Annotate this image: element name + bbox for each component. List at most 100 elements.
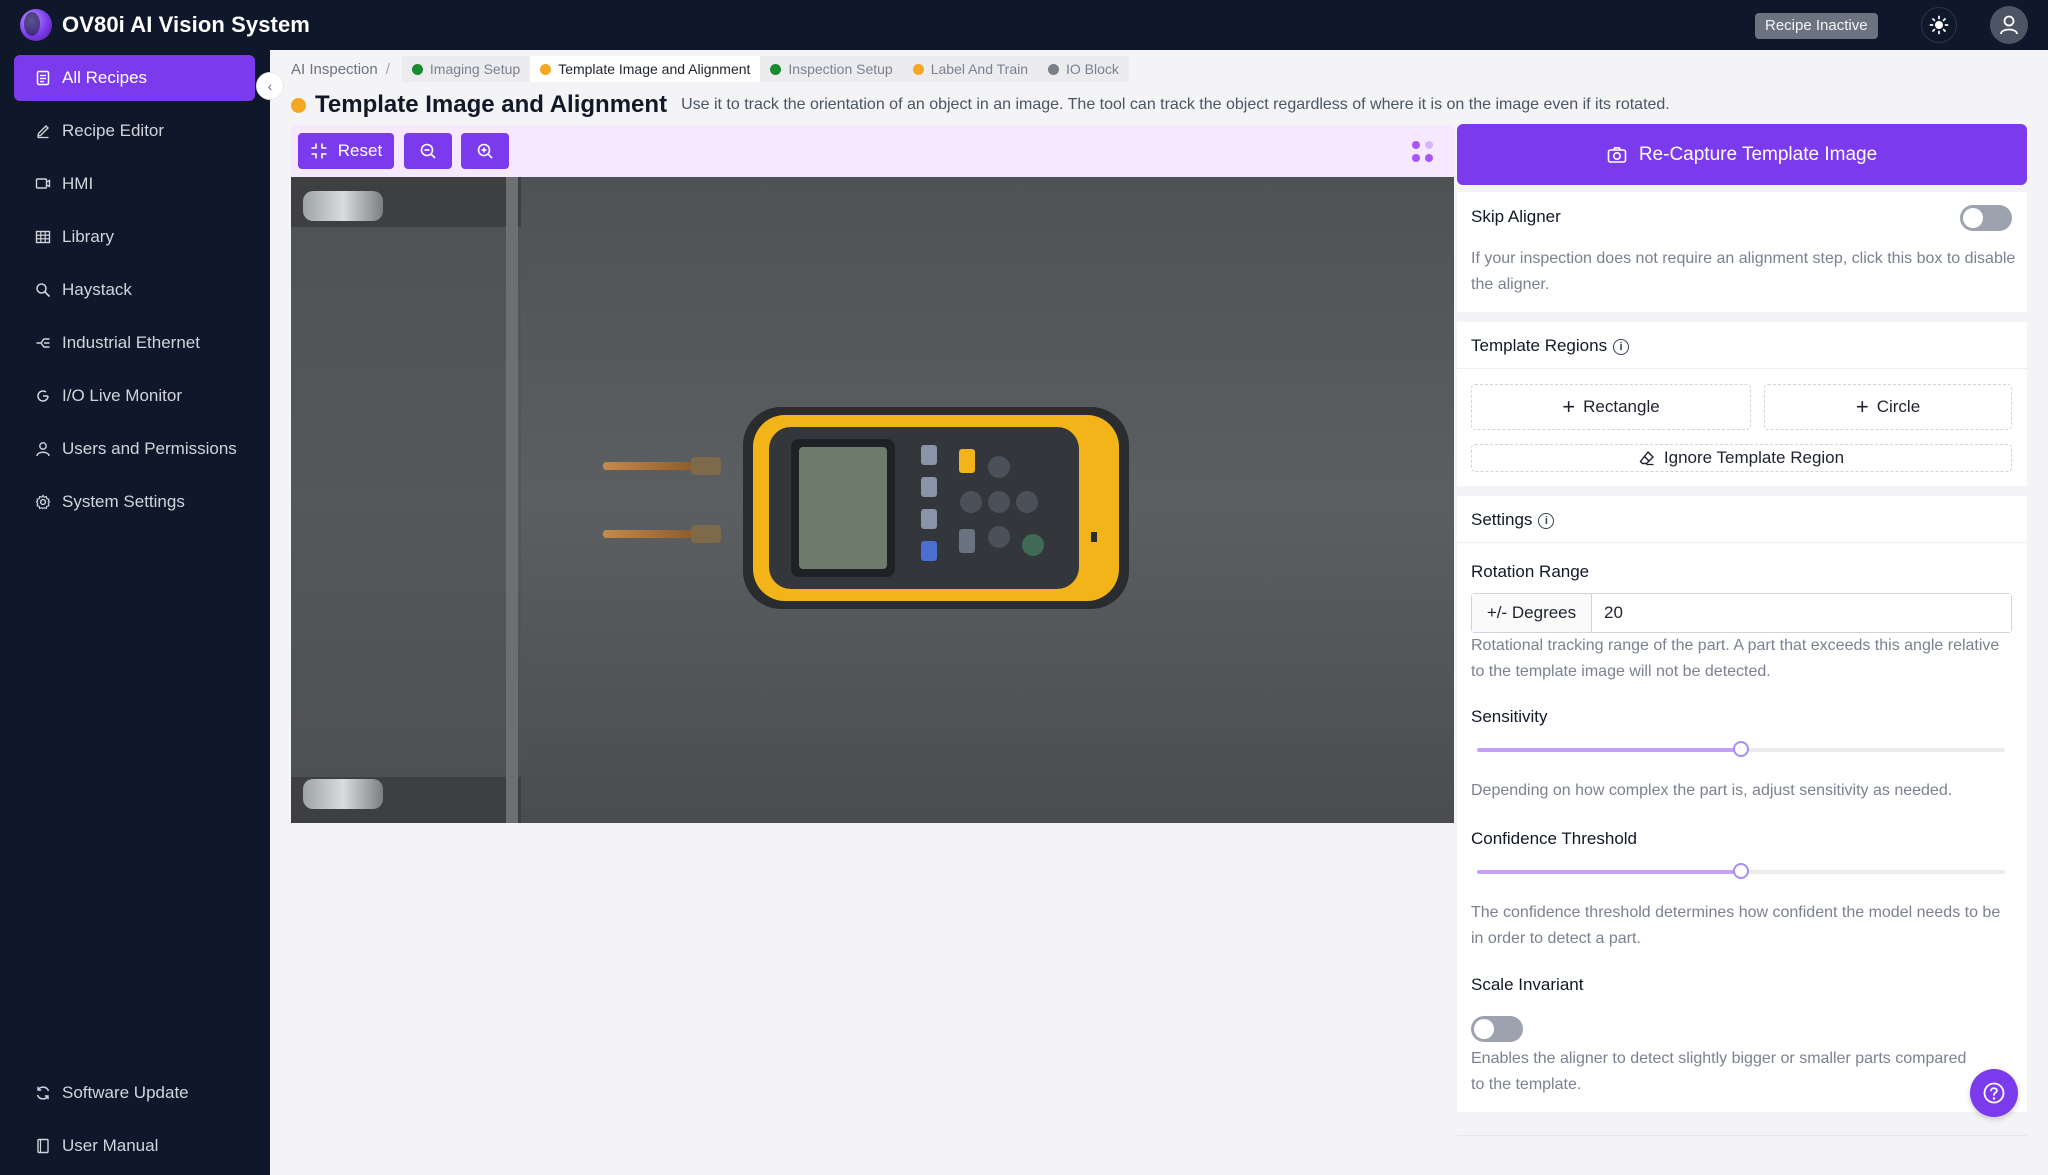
info-icon[interactable]: i <box>1613 338 1630 355</box>
sidebar-item-recipe-editor[interactable]: Recipe Editor <box>14 108 255 154</box>
refresh-icon <box>34 387 52 405</box>
add-rectangle-button[interactable]: + Rectangle <box>1471 384 1751 430</box>
plus-icon: + <box>1562 394 1576 419</box>
monitor-icon <box>34 175 52 193</box>
sensitivity-slider[interactable] <box>1477 741 2005 757</box>
sidebar-item-haystack[interactable]: Haystack <box>14 267 255 313</box>
step-tab-label: Inspection Setup <box>788 61 893 77</box>
scale-invariant-help: Enables the aligner to detect slightly b… <box>1471 1050 1967 1093</box>
confidence-threshold-label: Confidence Threshold <box>1471 829 1638 848</box>
recipe-status-badge: Recipe Inactive <box>1755 13 1878 39</box>
sync-icon <box>34 1084 52 1102</box>
page-title: Template Image and Alignment <box>315 91 668 118</box>
status-dot-icon <box>912 63 924 75</box>
sidebar-item-software-update[interactable]: Software Update <box>14 1070 255 1116</box>
search-icon <box>34 281 52 299</box>
sidebar-item-users-and-permissions[interactable]: Users and Permissions <box>14 426 255 472</box>
ignore-template-region-button[interactable]: Ignore Template Region <box>1471 444 2012 472</box>
step-tab-io-block[interactable]: IO Block <box>1038 56 1129 82</box>
recapture-label: Re-Capture Template Image <box>1638 143 1878 165</box>
gear-icon <box>34 493 52 511</box>
confidence-threshold-slider[interactable] <box>1477 863 2005 879</box>
sensitivity-slider-thumb[interactable] <box>1733 741 1749 757</box>
sensitivity-label: Sensitivity <box>1471 707 1548 726</box>
sidebar-item-all-recipes[interactable]: All Recipes <box>14 55 255 101</box>
drag-handle-icon[interactable] <box>1412 141 1436 165</box>
zoom-in-button[interactable] <box>461 133 509 169</box>
sidebar-item-label: HMI <box>62 174 94 193</box>
divider <box>1457 1135 2027 1136</box>
status-dot-icon <box>291 97 306 113</box>
sidebar-item-label: Industrial Ethernet <box>62 333 200 352</box>
recapture-template-button[interactable]: Re-Capture Template Image <box>1457 124 2027 185</box>
sidebar-item-industrial-ethernet[interactable]: Industrial Ethernet <box>14 320 255 366</box>
skip-aligner-toggle[interactable] <box>1960 205 2012 231</box>
sidebar-item-io-live-monitor[interactable]: I/O Live Monitor <box>14 373 255 419</box>
sensitivity-help: Depending on how complex the part is, ad… <box>1471 782 1953 799</box>
sidebar-item-library[interactable]: Library <box>14 214 255 260</box>
sidebar-item-label: Recipe Editor <box>62 121 165 140</box>
template-regions-title: Template Regions <box>1471 336 1608 355</box>
user-menu-button[interactable] <box>1990 6 2028 44</box>
circle-label: Circle <box>1876 397 1921 416</box>
info-icon[interactable]: i <box>1538 512 1555 529</box>
template-regions-card: Template Regions i + Rectangle + Circle I… <box>1457 322 2027 486</box>
eraser-icon <box>1639 450 1654 466</box>
sidebar-item-label: I/O Live Monitor <box>62 386 182 405</box>
book-icon <box>34 1137 52 1155</box>
rectangle-label: Rectangle <box>1583 397 1660 416</box>
breadcrumb-root-link[interactable]: AI Inspection <box>291 61 378 78</box>
grid-icon <box>34 228 52 246</box>
step-tab-imaging-setup[interactable]: Imaging Setup <box>401 56 531 82</box>
rotation-range-input-group: +/- Degrees <box>1471 593 2012 633</box>
sidebar-item-system-settings[interactable]: System Settings <box>14 479 255 525</box>
user-icon <box>34 440 52 458</box>
slider-fill <box>1477 870 1741 874</box>
document-list-icon <box>34 69 52 87</box>
breadcrumb: AI Inspection / Imaging Setup Template I… <box>291 56 1129 82</box>
rotation-range-input[interactable] <box>1592 594 2011 632</box>
conveyor-part-image <box>291 177 1454 823</box>
step-tab-inspection-setup[interactable]: Inspection Setup <box>760 56 903 82</box>
step-tab-label: IO Block <box>1066 61 1119 77</box>
sidebar-item-label: System Settings <box>62 492 185 511</box>
degrees-addon: +/- Degrees <box>1472 594 1592 632</box>
skip-aligner-help: If your inspection does not require an a… <box>1471 250 2016 293</box>
step-tab-template-image-and-alignment[interactable]: Template Image and Alignment <box>530 56 761 82</box>
breadcrumb-separator: / <box>385 60 390 78</box>
skip-aligner-card: Skip Aligner If your inspection does not… <box>1457 192 2027 312</box>
collapse-sidebar-button[interactable]: ‹ <box>256 72 284 100</box>
sidebar-item-user-manual[interactable]: User Manual <box>14 1123 255 1169</box>
zoom-in-icon <box>477 143 493 159</box>
divider <box>1457 542 2027 543</box>
ignore-region-label: Ignore Template Region <box>1663 448 1845 467</box>
image-toolbar: Reset <box>291 125 1454 177</box>
settings-card: Settings i Rotation Range +/- Degrees Rot… <box>1457 496 2027 1112</box>
theme-toggle-button[interactable] <box>1921 7 1957 43</box>
slider-fill <box>1477 748 1741 752</box>
template-image-canvas[interactable] <box>291 177 1454 823</box>
sidebar-item-label: Software Update <box>62 1083 189 1102</box>
status-dot-icon <box>411 63 423 75</box>
zoom-out-icon <box>420 143 436 159</box>
sidebar-item-label: Haystack <box>62 280 132 299</box>
confidence-threshold-help: The confidence threshold determines how … <box>1471 904 2001 947</box>
step-tab-label-and-train[interactable]: Label And Train <box>902 56 1039 82</box>
status-dot-icon <box>540 63 552 75</box>
status-dot-icon <box>1048 63 1060 75</box>
step-tab-label: Template Image and Alignment <box>558 61 751 77</box>
help-button[interactable] <box>1970 1069 2018 1117</box>
sidebar-item-label: Users and Permissions <box>62 439 237 458</box>
zoom-out-button[interactable] <box>404 133 452 169</box>
chevron-left-icon: ‹ <box>267 78 273 94</box>
skip-aligner-label: Skip Aligner <box>1471 207 1561 226</box>
sidebar-item-hmi[interactable]: HMI <box>14 161 255 207</box>
rotation-range-help: Rotational tracking range of the part. A… <box>1471 637 2000 680</box>
page-heading: Template Image and Alignment Use it to t… <box>291 91 1670 118</box>
camera-icon <box>1607 146 1627 163</box>
scale-invariant-toggle[interactable] <box>1471 1016 1523 1042</box>
add-circle-button[interactable]: + Circle <box>1764 384 2012 430</box>
confidence-threshold-slider-thumb[interactable] <box>1733 863 1749 879</box>
template-regions-header: Template Regions i <box>1471 336 1630 356</box>
reset-button[interactable]: Reset <box>298 133 394 169</box>
